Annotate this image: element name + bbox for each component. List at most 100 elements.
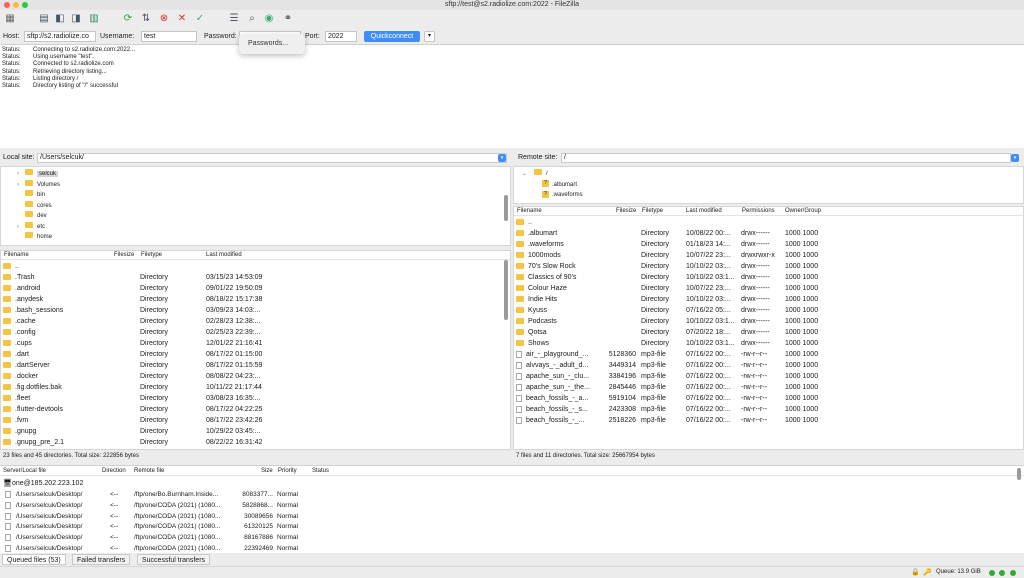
local-path-input[interactable]: /Users/selcuk/ [37,153,507,163]
tree-item[interactable]: home [25,232,52,242]
remote-file-row[interactable]: .waveforms Directory 01/18/23 14:... drwx--… [514,239,1023,250]
col-filename[interactable]: Filename [4,251,29,260]
quickconnect-button[interactable]: Quickconnect [364,31,420,42]
local-file-row[interactable]: .Trash Directory 03/15/23 14:53:09 [1,272,510,283]
cancel-operation-icon[interactable]: ⊗ [157,11,171,25]
site-manager-icon[interactable]: ▦ [3,11,17,25]
remote-file-row[interactable]: 1000mods Directory 10/07/22 23:... drwxrwxr… [514,250,1023,261]
local-list-scrollbar[interactable] [504,260,508,320]
remote-file-row[interactable]: apache_sun_-_clu... 3384196 mp3-file 07/16/… [514,371,1023,382]
remote-file-row[interactable]: Indie Hits Directory 10/10/22 03:... drwx--… [514,294,1023,305]
find-files-icon[interactable]: ⚭ [281,11,295,25]
search-icon[interactable]: ⌕ [245,11,259,25]
remote-file-row[interactable]: Shows Directory 10/10/22 03:1... drwx------… [514,338,1023,349]
col-size[interactable]: Size [261,466,273,476]
remote-file-row[interactable]: Colour Haze Directory 10/07/22 23:... drwx-… [514,283,1023,294]
process-queue-icon[interactable]: ⇅ [139,11,153,25]
local-file-row[interactable]: .dartServer Directory 08/17/22 01:15:59 [1,360,510,371]
remote-file-row[interactable]: beach_fossils_-_... 2518226 mp3-file 07/16/… [514,415,1023,426]
col-priority[interactable]: Priority [278,466,297,476]
local-file-row[interactable]: .config Directory 02/25/23 22:39:... [1,327,510,338]
tree-item[interactable]: ? .waveforms [542,190,583,200]
remote-file-row[interactable]: alvvays_-_adult_d... 3449314 mp3-file 07/16… [514,360,1023,371]
toggle-queue-icon[interactable]: ▥ [87,11,101,25]
expand-arrow-icon[interactable]: › [17,169,25,179]
col-status[interactable]: Status [312,466,329,476]
remote-file-row[interactable]: Podcasts Directory 10/10/22 03:1... drwx---… [514,316,1023,327]
tree-item[interactable]: › selcuk [17,169,59,179]
remote-file-row[interactable]: air_-_playground_... 5128360 mp3-file 07/16… [514,349,1023,360]
port-input[interactable]: 2022 [325,31,357,42]
queue-row[interactable]: /Users/selcuk/Desktop/ <-- /ftp/one/CODA (… [0,532,1024,543]
expand-arrow-icon[interactable]: ⌄ [522,169,534,179]
local-file-row[interactable]: .flutter-devtools Directory 08/17/22 04:22… [1,404,510,415]
local-file-row[interactable]: .bash_sessions Directory 03/09/23 14:03:..… [1,305,510,316]
minimize-window-button[interactable] [13,2,19,8]
remote-file-row[interactable]: 70's Slow Rock Directory 10/10/22 03:... dr… [514,261,1023,272]
remote-file-row[interactable]: beach_fossils_-_s... 2423308 mp3-file 07/16… [514,404,1023,415]
host-input[interactable]: sftp://s2.radiolize.co [24,31,96,42]
refresh-icon[interactable]: ⟳ [121,11,135,25]
local-file-row[interactable]: .docker Directory 08/08/22 04:23:... [1,371,510,382]
filter-icon[interactable]: ☰ [227,11,241,25]
col-filetype[interactable]: Filetype [642,207,663,216]
col-filesize[interactable]: Filesize [616,207,636,216]
toggle-log-icon[interactable]: ▤ [37,11,51,25]
remote-file-row[interactable]: Qotsa Directory 07/20/22 18:... drwx------ 1… [514,327,1023,338]
local-file-row[interactable]: .anydesk Directory 08/18/22 15:17:38 [1,294,510,305]
tab-queued[interactable]: Queued files (53) [2,554,66,565]
close-window-button[interactable] [4,2,10,8]
remote-file-row[interactable]: Classics of 90's Directory 10/10/22 03:1..… [514,272,1023,283]
col-last-modified[interactable]: Last modified [206,251,242,260]
local-file-row[interactable]: .gnupg_pre_2.1 Directory 08/22/22 16:31:42 [1,437,510,448]
compare-icon[interactable]: ◉ [262,11,276,25]
col-owner-group[interactable]: Owner/Group [785,207,821,216]
col-filesize[interactable]: Filesize [114,251,134,260]
tab-successful[interactable]: Successful transfers [137,554,211,565]
toggle-local-tree-icon[interactable]: ◧ [53,11,67,25]
expand-arrow-icon[interactable]: › [17,180,25,190]
tree-item[interactable]: › Volumes [17,179,60,190]
queue-scrollbar[interactable] [1017,468,1021,480]
local-file-row[interactable]: .cache Directory 02/28/23 12:38:... [1,316,510,327]
zoom-window-button[interactable] [22,2,28,8]
remote-file-row[interactable]: Kyuss Directory 07/16/22 05:... drwx------ 1… [514,305,1023,316]
remote-path-input[interactable]: / [561,153,1011,163]
tree-item[interactable]: ? .albumart [542,180,577,190]
tree-item[interactable]: › etc [17,221,45,232]
local-file-row[interactable]: .fig.dotfiles.bak Directory 10/11/22 21:17… [1,382,510,393]
col-server-local[interactable]: Server/Local file [3,466,46,476]
remote-path-dropdown-icon[interactable]: ▾ [1011,154,1019,162]
local-file-row[interactable]: .fvm Directory 08/17/22 23:42:26 [1,415,510,426]
remote-file-row[interactable]: .. [514,217,1023,228]
local-file-row[interactable]: .dart Directory 08/17/22 01:15:00 [1,349,510,360]
col-last-modified[interactable]: Last modified [686,207,722,216]
reconnect-icon[interactable]: ✓ [193,11,207,25]
disconnect-icon[interactable]: ✕ [175,11,189,25]
tree-item[interactable]: bin [25,190,45,200]
toggle-remote-tree-icon[interactable]: ◨ [69,11,83,25]
local-file-row[interactable]: .. [1,261,510,272]
queue-row[interactable]: /Users/selcuk/Desktop/ <-- /ftp/one/CODA (… [0,521,1024,532]
remote-file-row[interactable]: apache_sun_-_the... 2845446 mp3-file 07/16/… [514,382,1023,393]
passwords-menu-item[interactable]: Passwords... [239,34,305,54]
col-permissions[interactable]: Permissions [742,207,775,216]
queue-row[interactable]: /Users/selcuk/Desktop/ <-- /ftp/one/CODA (… [0,511,1024,522]
col-filename[interactable]: Filename [517,207,542,216]
tree-item[interactable]: dev [25,211,47,221]
remote-file-row[interactable]: beach_fossils_-_a... 5919104 mp3-file 07/16… [514,393,1023,404]
col-direction[interactable]: Direction [102,466,126,476]
username-input[interactable]: test [141,31,197,42]
local-file-row[interactable]: .gnupg Directory 10/29/22 03:45:... [1,426,510,437]
remote-file-row[interactable]: .albumart Directory 10/08/22 00:... drwx---… [514,228,1023,239]
queue-row[interactable]: /Users/selcuk/Desktop/ <-- /ftp/one/Bo.Bur… [0,489,1024,500]
col-filetype[interactable]: Filetype [141,251,162,260]
local-path-dropdown-icon[interactable]: ▾ [498,154,506,162]
local-file-row[interactable]: .android Directory 09/01/22 19:50:09 [1,283,510,294]
tree-item[interactable]: ⌄ / [522,169,548,179]
col-remote-file[interactable]: Remote file [134,466,164,476]
quickconnect-dropdown-button[interactable]: ▾ [424,31,435,42]
local-file-row[interactable]: .fleet Directory 03/08/23 16:35:... [1,393,510,404]
expand-arrow-icon[interactable]: › [17,222,25,232]
local-tree-scrollbar[interactable] [504,195,508,221]
